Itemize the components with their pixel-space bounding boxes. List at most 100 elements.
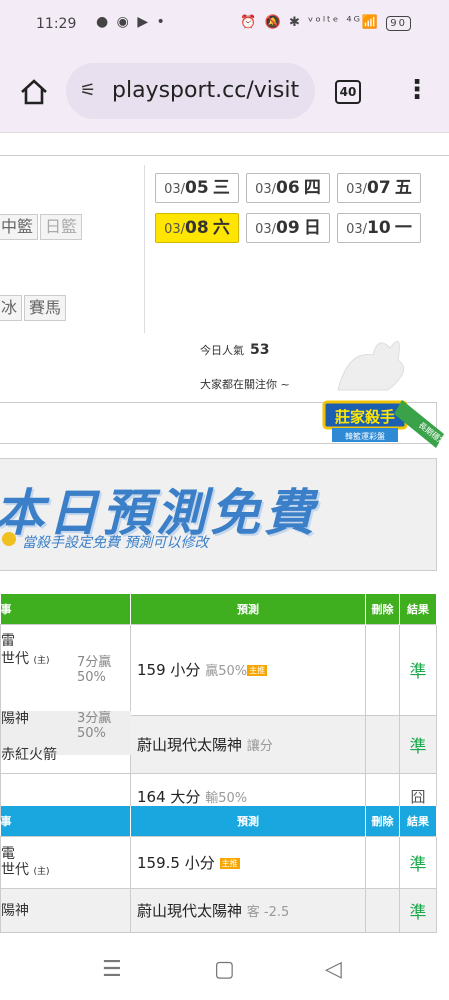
status-bar: 11:29 ● ◉ ▶ • ⏰ 🔕 ✱ ᵛᵒˡᵗᵉ ⁴ᴳ📶 90 xyxy=(0,0,449,50)
prediction-text: 蔚山現代太陽神 xyxy=(137,735,243,754)
delete-cell[interactable] xyxy=(365,624,400,716)
featured-tag: 主推 xyxy=(247,665,268,677)
team-name: 陽神 xyxy=(1,902,29,919)
battery-icon: 90 xyxy=(386,16,411,31)
table-row: 雷 世代 (主) 7分贏 50% 陽神 3分贏 50% 赤紅火箭 159 小分 贏5… xyxy=(0,624,437,774)
popularity-value: 53 xyxy=(250,342,270,358)
url-text[interactable]: playsport.cc/visit xyxy=(112,78,299,103)
date-button-0306[interactable]: 03/06 四 xyxy=(246,173,330,203)
prediction-note: 贏50% xyxy=(205,664,248,680)
team-name: 電 xyxy=(1,845,15,862)
date-weekday: 日 xyxy=(303,218,321,238)
date-month: 03/ xyxy=(255,222,277,237)
result-cell: 準 xyxy=(399,714,437,775)
prediction-text: 164 大分 xyxy=(137,788,201,806)
date-button-0305[interactable]: 03/05 三 xyxy=(155,173,239,203)
popularity-stat: 今日人氣 53 xyxy=(200,342,269,358)
date-month: 03/ xyxy=(164,222,186,237)
clock: 11:29 xyxy=(36,16,77,32)
home-marker: (主) xyxy=(33,866,50,877)
recent-apps-icon[interactable]: ☰ xyxy=(102,957,122,982)
table-row: 電 世代 (主) 159.5 小分 主推 準 xyxy=(0,836,437,889)
system-nav-bar: ☰ ▢ ◁ xyxy=(0,943,449,1000)
date-button-0308-selected[interactable]: 03/08 六 xyxy=(155,213,239,243)
system-icons: ⏰ 🔕 ✱ ᵛᵒˡᵗᵉ ⁴ᴳ📶 90 xyxy=(240,15,411,31)
banner-subline: 當殺手設定免費 預測可以修改 xyxy=(22,535,209,551)
coin-icon xyxy=(2,532,16,546)
popularity-label: 今日人氣 xyxy=(200,344,244,357)
date-day: 07 xyxy=(367,178,391,198)
date-button-0307[interactable]: 03/07 五 xyxy=(337,173,421,203)
table-header: 事 預測 刪除 結果 xyxy=(0,806,437,837)
result-cell: 準 xyxy=(399,624,437,716)
overflow-menu-icon[interactable]: ⋮ xyxy=(404,74,430,108)
prediction-cell: 蔚山現代太陽神 讓分 xyxy=(130,714,366,775)
featured-tag: 主推 xyxy=(219,858,240,869)
date-weekday: 五 xyxy=(394,178,412,198)
team-name: 世代 xyxy=(1,861,29,878)
sport-tag-ice[interactable]: 冰 xyxy=(0,295,23,321)
team-name: 赤紅火箭 xyxy=(1,747,57,763)
delete-cell[interactable] xyxy=(365,888,400,933)
game-cell: 陽神 xyxy=(0,888,131,933)
spread-text: 7分贏 xyxy=(77,655,112,670)
date-month: 03/ xyxy=(346,182,368,197)
system-status-icons: ⏰ 🔕 ✱ ᵛᵒˡᵗᵉ ⁴ᴳ📶 xyxy=(240,15,381,30)
date-day: 10 xyxy=(367,218,391,238)
date-weekday: 六 xyxy=(212,218,230,238)
site-settings-icon[interactable]: ⚟ xyxy=(80,80,96,101)
page-top-strip xyxy=(0,133,449,156)
back-icon[interactable]: ◁ xyxy=(325,957,342,982)
divider xyxy=(144,165,145,333)
header-result: 結果 xyxy=(399,806,437,837)
team-name: 世代 xyxy=(1,651,29,667)
badge-sub: 韓籃運彩盤 xyxy=(345,431,385,441)
prediction-note: 輸50% xyxy=(205,791,248,806)
home-marker: (主) xyxy=(33,656,50,666)
date-month: 03/ xyxy=(346,222,368,237)
home-icon xyxy=(21,79,47,105)
sport-tag-jbl[interactable]: 日籃 xyxy=(40,214,83,240)
delete-cell[interactable] xyxy=(365,714,400,775)
header-delete: 刪除 xyxy=(365,806,400,837)
prediction-cell: 蔚山現代太陽神 客 -2.5 xyxy=(130,888,366,933)
home-button[interactable] xyxy=(18,76,50,108)
sport-tag-cba[interactable]: 中籃 xyxy=(0,214,39,240)
team-name: 雷 xyxy=(1,633,15,649)
header-delete: 刪除 xyxy=(365,594,400,625)
date-button-0310[interactable]: 03/10 一 xyxy=(337,213,421,243)
spread-pct: 50% xyxy=(77,670,106,685)
header-prediction: 預測 xyxy=(130,594,366,625)
date-button-0309[interactable]: 03/09 日 xyxy=(246,213,330,243)
prediction-cell: 159.5 小分 主推 xyxy=(130,836,366,889)
killer-badge[interactable]: 莊家殺手 韓籃運彩盤 長期穩定 xyxy=(318,330,449,455)
sport-tag-horse[interactable]: 賽馬 xyxy=(24,295,67,321)
prediction-note: 讓分 xyxy=(246,738,273,754)
date-day: 06 xyxy=(276,178,300,198)
badge-title: 莊家殺手 xyxy=(335,408,395,426)
notification-icons: ● ◉ ▶ • xyxy=(96,14,167,30)
game-cell: 雷 世代 (主) 7分贏 50% 陽神 3分贏 50% 赤紅火箭 xyxy=(0,624,131,774)
prediction-text: 159.5 小分 xyxy=(137,854,215,872)
date-day: 09 xyxy=(276,218,300,238)
date-day: 08 xyxy=(185,218,209,238)
header-game: 事 xyxy=(0,594,131,625)
prediction-note: 客 -2.5 xyxy=(246,905,290,920)
browser-toolbar: ⚟ playsport.cc/visit 40 ⋮ xyxy=(0,50,449,133)
prediction-text: 159 小分 xyxy=(137,661,201,680)
header-prediction: 預測 xyxy=(130,806,366,837)
date-weekday: 一 xyxy=(394,218,412,238)
result-cell: 準 xyxy=(399,888,437,933)
address-bar[interactable]: ⚟ playsport.cc/visit xyxy=(66,63,315,119)
tab-switcher-button[interactable]: 40 xyxy=(335,80,361,104)
game-cell: 電 世代 (主) xyxy=(0,836,131,889)
date-month: 03/ xyxy=(255,182,277,197)
header-result: 結果 xyxy=(399,594,437,625)
date-weekday: 四 xyxy=(303,178,321,198)
prediction-table-2: 事 預測 刪除 結果 電 世代 (主) 159.5 小分 主推 準 陽神 蔚山現… xyxy=(0,806,437,933)
delete-cell[interactable] xyxy=(365,836,400,889)
header-game: 事 xyxy=(0,806,131,837)
date-month: 03/ xyxy=(164,182,186,197)
home-nav-icon[interactable]: ▢ xyxy=(214,957,235,982)
result-cell: 準 xyxy=(399,836,437,889)
